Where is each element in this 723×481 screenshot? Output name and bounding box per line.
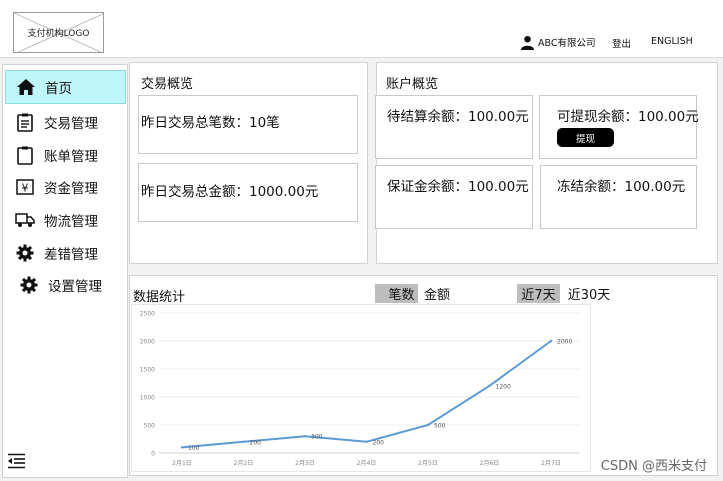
sidebar-item-funds[interactable]: ¥ 资金管理 bbox=[5, 170, 126, 204]
sidebar-item-settings[interactable]: 设置管理 bbox=[9, 268, 130, 302]
data-label: 200 bbox=[250, 439, 262, 446]
statistics-title: 数据统计 bbox=[133, 290, 186, 305]
data-label: 1200 bbox=[496, 383, 511, 390]
withdraw-button[interactable]: 提现 bbox=[557, 128, 614, 147]
logo-text: 支付机构LOGO bbox=[27, 29, 90, 39]
data-label: 300 bbox=[311, 434, 323, 441]
sidebar-item-label: 设置管理 bbox=[48, 279, 102, 295]
metric-tab-amount[interactable]: 金额 bbox=[420, 284, 454, 303]
sidebar-item-transactions[interactable]: 交易管理 bbox=[5, 105, 126, 139]
company-account[interactable]: ABC有限公司 bbox=[520, 33, 595, 51]
language-switch[interactable]: ENGLISH bbox=[651, 36, 693, 47]
user-icon bbox=[520, 35, 535, 50]
sidebar-item-label: 差错管理 bbox=[44, 247, 98, 263]
account-overview-panel bbox=[376, 62, 718, 264]
sidebar-item-label: 资金管理 bbox=[44, 181, 98, 197]
logout-link[interactable]: 登出 bbox=[612, 36, 631, 50]
line-chart: 0 500 1000 1500 2000 2500 2月1日 2月2日 2月3日 2月4日 2月5日… bbox=[131, 304, 591, 472]
x-tick-label: 2月2日 bbox=[234, 460, 254, 467]
range-tab-7days[interactable]: 近7天 bbox=[517, 284, 560, 303]
yesterday-amount-text: 昨日交易总金额：1000.00元 bbox=[141, 184, 319, 200]
data-point bbox=[303, 435, 307, 438]
sidebar-item-label: 账单管理 bbox=[44, 149, 98, 165]
data-point bbox=[180, 446, 184, 449]
sidebar-item-errors[interactable]: 差错管理 bbox=[5, 236, 126, 270]
home-icon bbox=[12, 78, 40, 96]
y-tick-label: 1500 bbox=[140, 367, 155, 374]
company-name: ABC有限公司 bbox=[538, 38, 596, 49]
x-tick-label: 2月6日 bbox=[480, 460, 500, 467]
sidebar-item-label: 交易管理 bbox=[44, 116, 98, 132]
logo: 支付机构LOGO bbox=[13, 12, 104, 53]
metric-tab-count[interactable]: 笔数 bbox=[375, 284, 418, 303]
watermark: CSDN @西米支付 bbox=[600, 459, 707, 474]
yen-icon: ¥ bbox=[11, 179, 39, 195]
x-tick-label: 2月7日 bbox=[541, 460, 561, 467]
data-point bbox=[242, 440, 245, 443]
sidebar-item-logistics[interactable]: 物流管理 bbox=[5, 203, 126, 237]
data-label: 100 bbox=[188, 445, 200, 452]
data-point bbox=[549, 339, 553, 343]
y-tick-label: 500 bbox=[144, 423, 156, 430]
data-label: 2000 bbox=[557, 339, 572, 346]
data-point bbox=[426, 423, 430, 427]
sidebar-item-bills[interactable]: 账单管理 bbox=[5, 138, 126, 172]
account-overview-title: 账户概览 bbox=[386, 77, 439, 92]
x-tick-label: 2月4日 bbox=[357, 460, 377, 467]
sidebar-item-label: 首页 bbox=[45, 81, 72, 97]
data-point bbox=[365, 440, 368, 443]
gear-icon bbox=[15, 276, 43, 294]
series-line bbox=[181, 340, 552, 449]
line-chart-svg: 0 500 1000 1500 2000 2500 2月1日 2月2日 2月3日 2月4日 2月5日… bbox=[140, 311, 580, 467]
menu-collapse-icon[interactable] bbox=[7, 453, 26, 473]
yesterday-count-text: 昨日交易总笔数：10笔 bbox=[141, 115, 280, 131]
range-tab-30days[interactable]: 近30天 bbox=[566, 284, 612, 303]
y-tick-label: 0 bbox=[151, 451, 155, 458]
x-tick-label: 2月3日 bbox=[295, 460, 315, 467]
data-point bbox=[488, 384, 491, 387]
pending-balance-text: 待结算余额：100.00元 bbox=[387, 109, 529, 125]
svg-text:¥: ¥ bbox=[22, 182, 29, 195]
x-tick-label: 2月5日 bbox=[418, 460, 438, 467]
data-label: 200 bbox=[373, 439, 385, 446]
sidebar-item-label: 物流管理 bbox=[44, 214, 98, 230]
withdrawable-balance-text: 可提现余额：100.00元 bbox=[557, 109, 699, 125]
truck-icon bbox=[11, 212, 39, 228]
y-tick-label: 2500 bbox=[140, 311, 155, 318]
x-tick-label: 2月1日 bbox=[172, 460, 192, 467]
sidebar-item-home[interactable]: 首页 bbox=[5, 70, 126, 104]
y-tick-label: 1000 bbox=[140, 395, 155, 402]
deposit-balance-text: 保证金余额：100.00元 bbox=[387, 179, 529, 195]
clipboard-icon bbox=[11, 146, 39, 165]
transaction-overview-title: 交易概览 bbox=[141, 77, 194, 92]
data-label: 500 bbox=[434, 423, 446, 430]
sidebar: 首页 交易管理 账单管理 ¥ 资金管理 物流管理 差错管理 设置管理 bbox=[2, 64, 128, 478]
frozen-balance-text: 冻结余额：100.00元 bbox=[557, 179, 686, 195]
clipboard-list-icon bbox=[11, 113, 39, 132]
gear-icon bbox=[11, 244, 39, 262]
y-tick-label: 2000 bbox=[140, 339, 155, 346]
